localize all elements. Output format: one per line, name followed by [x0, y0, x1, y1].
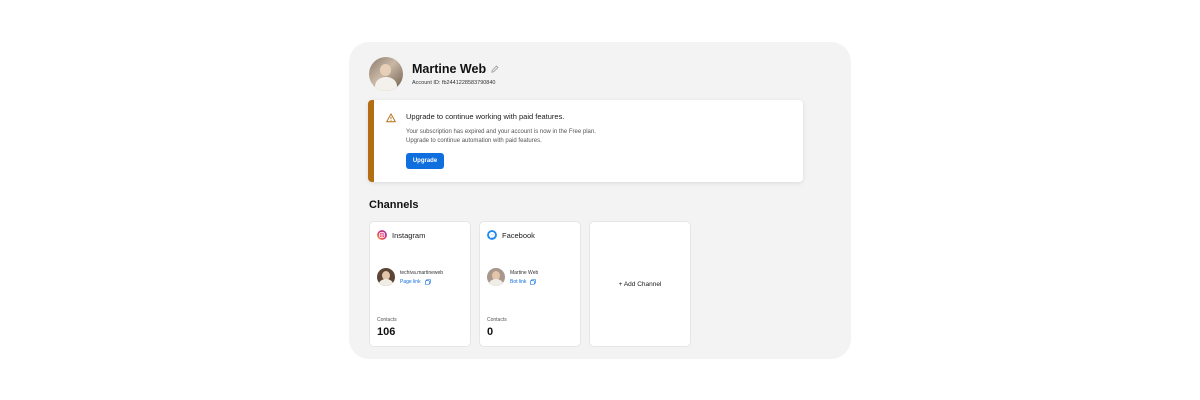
channel-card-instagram[interactable]: Instagram techiva.martineweb Page link C…: [369, 221, 471, 347]
page-link[interactable]: Page link: [400, 279, 421, 285]
instagram-icon: [377, 230, 387, 240]
add-channel-label: + Add Channel: [618, 280, 662, 288]
channel-account-name: techiva.martineweb: [400, 269, 444, 276]
banner-description: Your subscription has expired and your a…: [406, 128, 786, 145]
profile-name: Martine Web: [412, 62, 487, 76]
channels-heading: Channels: [369, 199, 419, 211]
profile-header: Martine Web Account ID: fb24412285837908…: [369, 57, 499, 91]
channel-avatar: [487, 268, 505, 286]
contacts-label: Contacts: [377, 317, 397, 323]
banner-accent-bar: [368, 100, 374, 182]
copy-icon[interactable]: [530, 278, 537, 285]
contacts-count: 106: [377, 326, 396, 338]
copy-icon[interactable]: [424, 278, 431, 285]
channel-name: Facebook: [502, 230, 535, 240]
channel-account-name: Martine Web: [510, 269, 539, 276]
account-panel: Martine Web Account ID: fb24412285837908…: [349, 42, 851, 359]
channel-avatar: [377, 268, 395, 286]
add-channel-card[interactable]: + Add Channel: [589, 221, 691, 347]
banner-desc-line: Your subscription has expired and your a…: [406, 129, 596, 135]
pencil-icon[interactable]: [491, 65, 499, 73]
contacts-count: 0: [487, 326, 494, 338]
banner-desc-line: Upgrade to continue automation with paid…: [406, 137, 542, 144]
account-id: Account ID: fb2441228583790840: [412, 80, 496, 86]
warning-icon: [386, 113, 396, 123]
upgrade-banner: Upgrade to continue working with paid fe…: [368, 100, 803, 182]
channel-card-facebook[interactable]: Facebook Martine Web Bot link Contacts 0: [479, 221, 581, 347]
banner-title: Upgrade to continue working with paid fe…: [406, 112, 565, 121]
bot-link[interactable]: Bot link: [510, 279, 526, 285]
contacts-label: Contacts: [487, 317, 507, 323]
profile-avatar: [369, 57, 403, 91]
messenger-icon: [487, 230, 497, 240]
channel-name: Instagram: [392, 230, 426, 240]
upgrade-button[interactable]: Upgrade: [406, 153, 444, 169]
